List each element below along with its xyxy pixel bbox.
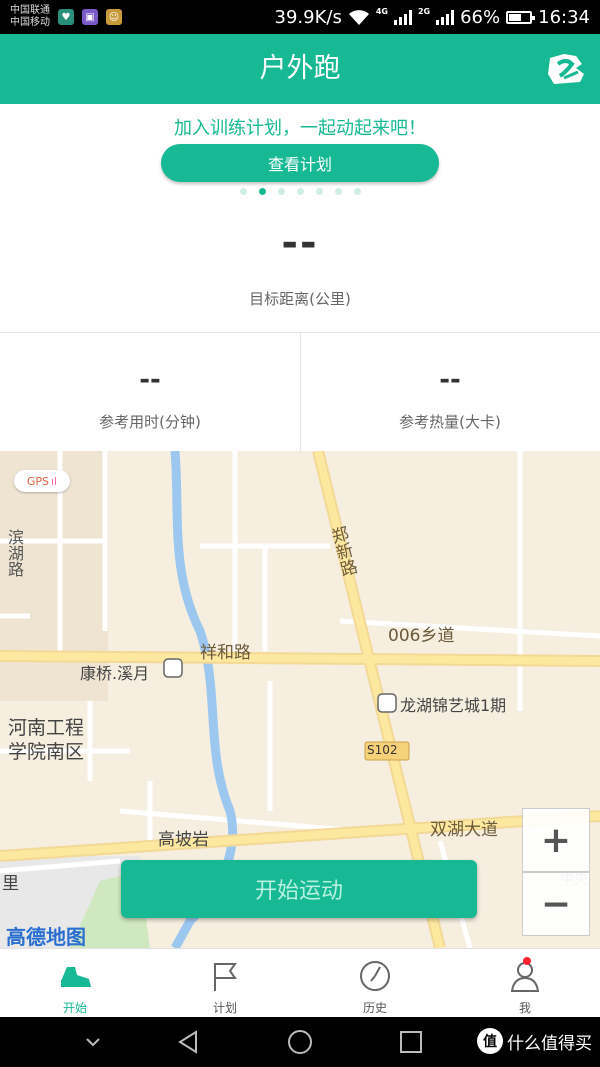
carrier-2: 中国移动 (10, 17, 50, 28)
carousel-dot[interactable] (258, 188, 266, 195)
page-title: 户外跑 (259, 53, 341, 84)
map-label-poi: 龙湖锦艺城1期 (400, 696, 507, 715)
home-icon[interactable] (287, 1029, 313, 1055)
poi-icon (377, 693, 397, 713)
share-button[interactable] (546, 50, 586, 88)
network-2g-label: 2G (417, 6, 431, 16)
poi-icon (163, 658, 183, 678)
carousel-dot[interactable] (239, 188, 247, 195)
map-label-road: 滨湖路 (5, 529, 24, 577)
shoe-icon (61, 967, 91, 987)
start-workout-button[interactable]: 开始运动 (121, 860, 477, 918)
map-label-poi: 河南工程 (8, 717, 85, 739)
flag-icon (214, 963, 237, 991)
tab-plan[interactable]: 计划 (150, 949, 300, 1018)
tab-label: 历史 (362, 1001, 387, 1015)
carousel-dot[interactable] (277, 188, 285, 195)
watermark-badge: 值 (477, 1028, 503, 1054)
goal-distance-value[interactable]: -- (0, 220, 600, 266)
watermark: 值 什么值得买 (477, 1028, 592, 1054)
share-shoe-icon (548, 54, 584, 84)
map-label-road: 双湖大道 (430, 820, 498, 840)
signal-icon (393, 9, 412, 25)
ref-calorie-label: 参考热量(大卡) (399, 413, 501, 431)
app-icon: ☺ (106, 9, 122, 25)
battery-icon (506, 10, 536, 24)
goal-distance-label: 目标距离(公里) (249, 290, 351, 308)
map-label-road: 006乡道 (388, 626, 455, 646)
collapse-icon[interactable] (80, 1029, 106, 1055)
gallery-icon: ▣ (82, 9, 98, 25)
promo-text: 加入训练计划，一起动起来吧！ (174, 118, 426, 139)
tab-start[interactable]: 开始 (0, 949, 150, 1018)
watermark-text: 什么值得买 (507, 1033, 592, 1054)
battery-percent: 66% (460, 6, 501, 28)
back-icon[interactable] (176, 1029, 202, 1055)
gps-signal-icon: ıl (51, 474, 58, 488)
status-bar-right: 39.9K/s 4G 2G 66% 16:34 (275, 7, 591, 28)
status-bar-left: 中国联通 中国移动 ♥ ▣ ☺ (10, 5, 122, 29)
gps-indicator: GPS ıl (14, 470, 70, 492)
clock-time: 16:34 (538, 6, 590, 28)
wifi-icon (348, 10, 369, 25)
map-label-poi: 康桥.溪月 (80, 664, 150, 683)
carousel-dot[interactable] (353, 188, 361, 195)
carousel-dot[interactable] (296, 188, 304, 195)
clock-icon (360, 961, 390, 991)
signal-icon-2 (436, 9, 455, 25)
zoom-in-button[interactable]: + (522, 808, 590, 872)
carousel-dot[interactable] (334, 188, 342, 195)
amap-logo: 高德地图 (6, 925, 86, 948)
ref-time-label: 参考用时(分钟) (99, 413, 201, 431)
carrier-info: 中国联通 中国移动 (10, 5, 50, 29)
carrier-1: 中国联通 (10, 5, 50, 16)
bottom-tab-bar: 开始 计划 历史 我 (0, 948, 600, 1018)
wechat-icon: ♥ (58, 9, 74, 25)
carousel-dots (0, 188, 600, 195)
network-speed: 39.9K/s (274, 6, 342, 28)
network-4g-label: 4G (375, 6, 388, 16)
map-label: 里 (2, 874, 19, 894)
map-label-road: 祥和路 (200, 643, 251, 663)
ref-time-value: -- (139, 365, 161, 395)
app-header: 户外跑 (0, 34, 600, 104)
recent-apps-icon[interactable] (398, 1029, 424, 1055)
ref-calorie-value: -- (439, 365, 461, 395)
status-bar: 中国联通 中国移动 ♥ ▣ ☺ 39.9K/s 4G 2G 66% 16:34 (0, 0, 600, 34)
tab-label: 计划 (212, 1001, 237, 1015)
zoom-out-button[interactable]: − (522, 872, 590, 936)
gps-label: GPS (26, 474, 49, 488)
view-plan-button[interactable]: 查看计划 (161, 144, 439, 182)
tab-label: 我 (518, 1001, 531, 1015)
road-shield-label: S102 (367, 743, 398, 757)
notification-badge (523, 957, 531, 965)
tab-history[interactable]: 历史 (300, 949, 450, 1018)
map-label-poi: 学院南区 (8, 741, 85, 763)
carousel-dot[interactable] (315, 188, 323, 195)
map-label-poi: 高坡岩 (158, 830, 209, 850)
tab-label: 开始 (62, 1001, 87, 1015)
